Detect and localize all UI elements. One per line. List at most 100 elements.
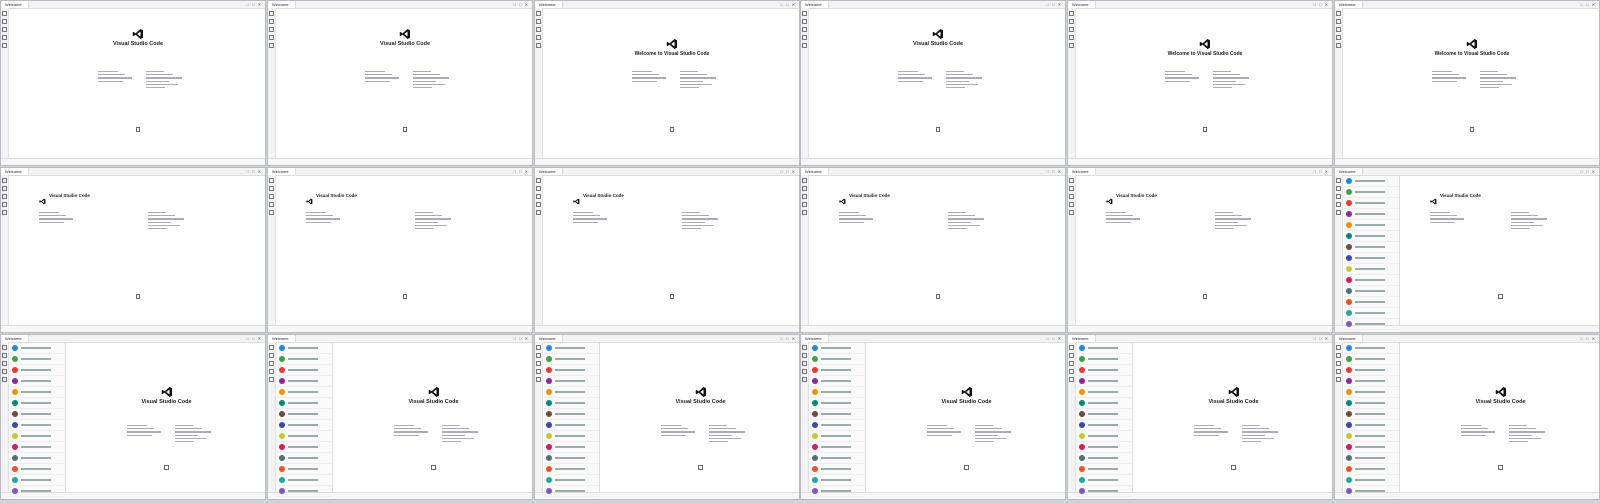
extension-list-item[interactable] bbox=[543, 475, 599, 486]
show-welcome-checkbox[interactable] bbox=[1076, 294, 1332, 299]
recent-item-link[interactable] bbox=[1215, 221, 1238, 223]
recent-item-link[interactable] bbox=[174, 440, 194, 443]
recent-item-link[interactable] bbox=[948, 227, 967, 230]
start-action-link[interactable] bbox=[1430, 221, 1455, 223]
recent-item-link[interactable] bbox=[708, 425, 727, 427]
search-icon[interactable] bbox=[802, 353, 807, 358]
recent-item-link[interactable] bbox=[1510, 221, 1534, 223]
extension-list-item[interactable] bbox=[1076, 475, 1132, 486]
recent-item-link[interactable] bbox=[441, 428, 469, 430]
extension-list-item[interactable] bbox=[1343, 343, 1399, 354]
start-action-link[interactable] bbox=[393, 434, 419, 436]
search-icon[interactable] bbox=[1069, 19, 1074, 24]
extension-list-item[interactable] bbox=[809, 464, 865, 475]
start-action-link[interactable] bbox=[1460, 431, 1495, 433]
start-action-link[interactable] bbox=[365, 77, 399, 79]
recent-item-link[interactable] bbox=[1480, 77, 1516, 79]
recent-item-link[interactable] bbox=[974, 431, 1011, 433]
extension-list-item[interactable] bbox=[276, 431, 332, 442]
tab-welcome[interactable]: Welcome bbox=[1335, 335, 1363, 342]
explorer-icon[interactable] bbox=[2, 345, 7, 350]
extension-list-item[interactable] bbox=[1343, 253, 1399, 264]
extension-list-item[interactable] bbox=[1343, 275, 1399, 286]
recent-item-link[interactable] bbox=[148, 224, 180, 226]
extension-list-item[interactable] bbox=[543, 453, 599, 464]
start-action-link[interactable] bbox=[573, 215, 600, 217]
source-control-icon[interactable] bbox=[1336, 361, 1341, 366]
extensions-icon[interactable] bbox=[1069, 210, 1074, 215]
extension-list-item[interactable] bbox=[809, 420, 865, 431]
recent-item-link[interactable] bbox=[682, 224, 714, 226]
vscode-window[interactable]: Welcome □ □ ✕ Visual Studio Code bbox=[267, 167, 533, 333]
start-action-link[interactable] bbox=[1106, 215, 1133, 217]
show-welcome-checkbox[interactable] bbox=[543, 127, 799, 132]
recent-item-link[interactable] bbox=[708, 431, 745, 433]
show-welcome-checkbox[interactable] bbox=[1400, 465, 1599, 470]
recent-item-link[interactable] bbox=[1215, 227, 1234, 230]
start-action-link[interactable] bbox=[1460, 425, 1481, 427]
recent-item-link[interactable] bbox=[1215, 224, 1247, 226]
window-controls[interactable]: □ □ ✕ bbox=[1581, 1, 1599, 8]
extension-list-item[interactable] bbox=[1076, 376, 1132, 387]
tab-welcome[interactable]: Welcome bbox=[268, 168, 296, 175]
extension-list-item[interactable] bbox=[276, 376, 332, 387]
start-action-link[interactable] bbox=[1460, 428, 1488, 430]
show-welcome-checkbox[interactable] bbox=[333, 465, 532, 470]
start-action-link[interactable] bbox=[839, 221, 864, 223]
recent-item-link[interactable] bbox=[174, 437, 207, 439]
recent-item-link[interactable] bbox=[708, 428, 736, 430]
show-welcome-checkbox[interactable] bbox=[809, 294, 1065, 299]
recent-item-link[interactable] bbox=[1480, 83, 1512, 85]
extension-list-item[interactable] bbox=[543, 464, 599, 475]
recent-item-link[interactable] bbox=[415, 224, 447, 226]
source-control-icon[interactable] bbox=[1336, 194, 1341, 199]
recent-item-link[interactable] bbox=[146, 71, 164, 73]
start-action-link[interactable] bbox=[1193, 431, 1228, 433]
recent-item-link[interactable] bbox=[680, 71, 698, 73]
extension-list-item[interactable] bbox=[543, 376, 599, 387]
show-welcome-checkbox[interactable] bbox=[600, 465, 799, 470]
vscode-window[interactable]: Welcome □ □ ✕ Visual Studio Code bbox=[534, 334, 800, 500]
start-action-link[interactable] bbox=[126, 425, 147, 427]
recent-item-link[interactable] bbox=[948, 221, 971, 223]
extension-list-item[interactable] bbox=[543, 431, 599, 442]
start-action-link[interactable] bbox=[1106, 221, 1131, 223]
extension-list-item[interactable] bbox=[1343, 464, 1399, 475]
search-icon[interactable] bbox=[269, 19, 274, 24]
start-action-link[interactable] bbox=[1165, 80, 1190, 82]
start-action-link[interactable] bbox=[1106, 218, 1140, 220]
window-controls[interactable]: □ □ ✕ bbox=[1314, 1, 1332, 8]
extension-list-item[interactable] bbox=[9, 354, 65, 365]
extensions-icon[interactable] bbox=[802, 377, 807, 382]
recent-item-link[interactable] bbox=[974, 428, 1002, 430]
recent-item-link[interactable] bbox=[1480, 74, 1507, 76]
explorer-icon[interactable] bbox=[1069, 345, 1074, 350]
tab-welcome[interactable]: Welcome bbox=[1068, 1, 1096, 8]
run-icon[interactable] bbox=[1069, 202, 1074, 207]
recent-item-link[interactable] bbox=[680, 74, 707, 76]
extension-list-item[interactable] bbox=[809, 398, 865, 409]
run-icon[interactable] bbox=[1336, 202, 1341, 207]
vscode-window[interactable]: Welcome □ □ ✕ Visual Studio Code bbox=[0, 0, 266, 166]
tab-welcome[interactable]: Welcome bbox=[1068, 335, 1096, 342]
extension-list-item[interactable] bbox=[276, 398, 332, 409]
recent-item-link[interactable] bbox=[974, 437, 1007, 439]
extensions-icon[interactable] bbox=[1069, 377, 1074, 382]
start-action-link[interactable] bbox=[1193, 425, 1214, 427]
explorer-icon[interactable] bbox=[536, 11, 541, 16]
extension-list-item[interactable] bbox=[1343, 264, 1399, 275]
run-icon[interactable] bbox=[269, 35, 274, 40]
extension-list-item[interactable] bbox=[1343, 286, 1399, 297]
extension-list-item[interactable] bbox=[9, 409, 65, 420]
tab-welcome[interactable]: Welcome bbox=[1068, 168, 1096, 175]
recent-item-link[interactable] bbox=[1508, 431, 1545, 433]
source-control-icon[interactable] bbox=[1069, 27, 1074, 32]
recent-item-link[interactable] bbox=[1510, 224, 1543, 226]
search-icon[interactable] bbox=[802, 19, 807, 24]
extension-list-item[interactable] bbox=[1343, 420, 1399, 431]
recent-item-link[interactable] bbox=[1241, 437, 1274, 439]
extension-list-item[interactable] bbox=[9, 387, 65, 398]
recent-item-link[interactable] bbox=[1480, 71, 1498, 73]
vscode-window[interactable]: Welcome □ □ ✕ Visual Studio Code bbox=[1067, 167, 1333, 333]
vscode-window[interactable]: Welcome □ □ ✕ Visual Studio Code bbox=[1334, 334, 1600, 500]
